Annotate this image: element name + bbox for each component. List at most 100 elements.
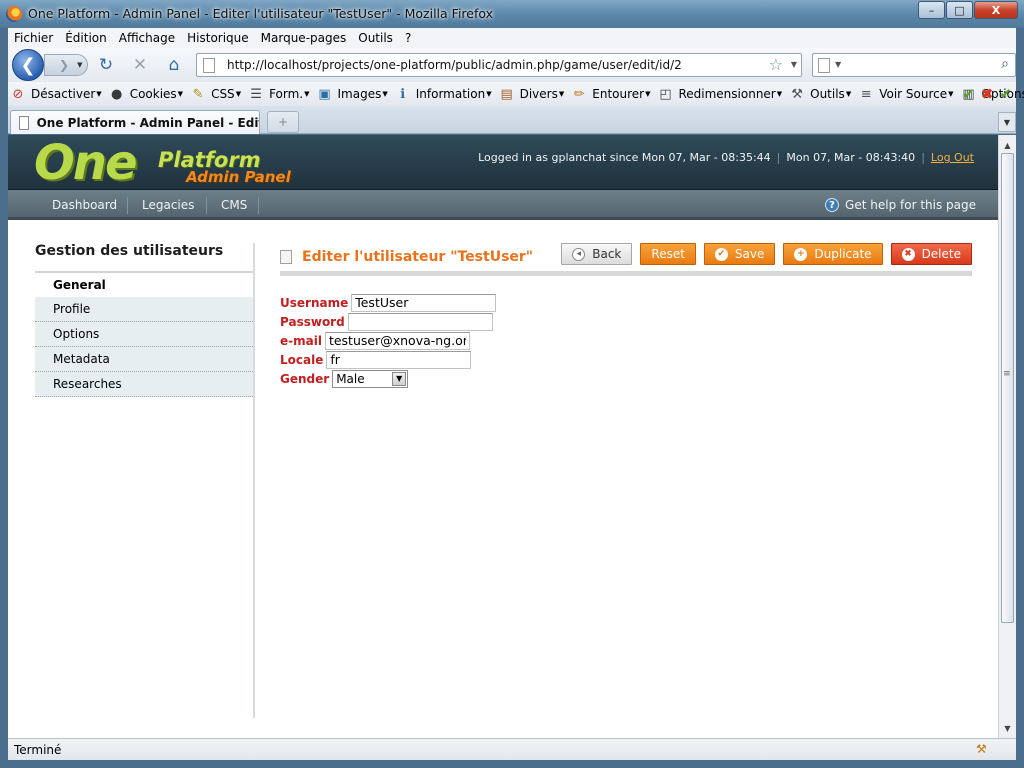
css-icon: ✎ [192, 86, 204, 102]
locale-label: Locale [280, 352, 324, 367]
help-link[interactable]: ? Get help for this page [825, 190, 976, 220]
scroll-up-icon[interactable]: ▲ [999, 137, 1016, 153]
back-arrow-icon: ❮ [20, 54, 36, 76]
information-icon: ℹ [400, 86, 406, 102]
tab-strip: One Platform - Admin Panel - Editer l...… [8, 106, 1016, 134]
devbar-entourer[interactable]: ✏ Entourer ▼ [571, 86, 651, 102]
help-icon: ? [825, 198, 840, 212]
page-icon [19, 115, 29, 130]
reset-button[interactable]: Reset [640, 243, 696, 265]
devbar-redimensionner[interactable]: ◰ Redimensionner ▼ [657, 86, 782, 102]
email-field[interactable] [324, 331, 470, 350]
outline-icon: ✏ [573, 86, 585, 102]
address-bar[interactable]: http://localhost/projects/one-platform/p… [196, 53, 802, 77]
history-dropdown-icon[interactable]: ▼ [77, 61, 82, 69]
search-icon[interactable]: ⌕ [1001, 56, 1009, 72]
devbar-voir-source[interactable]: ≡ Voir Source ▼ [858, 86, 954, 102]
menu-fichier[interactable]: Fichier [14, 31, 53, 45]
save-button[interactable]: ✔ Save [703, 243, 776, 265]
minimize-button[interactable]: – [918, 1, 945, 19]
sidebar-item-options[interactable]: Options [35, 322, 255, 347]
logout-link[interactable]: Log Out [931, 151, 974, 164]
menu-historique[interactable]: Historique [187, 31, 249, 45]
scrollbar-thumb[interactable] [1001, 153, 1014, 623]
document-icon [280, 250, 292, 264]
password-field[interactable] [347, 312, 493, 331]
devbar-label: Outils [810, 87, 845, 101]
page-icon [203, 58, 215, 73]
password-row: Password [280, 312, 493, 331]
back-button[interactable]: ◂ Back [561, 243, 633, 265]
js-error-icon[interactable]: ✖ [981, 85, 994, 103]
stop-icon[interactable]: ✕ [130, 55, 150, 75]
sidebar-item-researches[interactable]: Researches [35, 372, 255, 397]
menu-marque-pages[interactable]: Marque-pages [261, 31, 347, 45]
devbar-label: Entourer [592, 87, 645, 101]
delete-button[interactable]: ✖ Delete [890, 243, 972, 265]
resize-icon: ◰ [659, 86, 672, 102]
html-valid-icon[interactable]: ✔ [999, 85, 1012, 103]
nav-cms[interactable]: CMS [221, 190, 247, 220]
devbar-images[interactable]: ▣ Images ▼ [317, 86, 387, 102]
one-platform-logo[interactable]: One Platform Admin Panel [34, 139, 291, 187]
tools-icon: ⚒ [791, 86, 803, 102]
forward-button[interactable]: ❯ ▼ [44, 54, 88, 76]
form-icon: ☰ [250, 86, 262, 102]
sidebar-item-general[interactable]: General [35, 273, 255, 297]
search-engine-dropdown-icon[interactable]: ▼ [835, 60, 841, 69]
maximize-button[interactable]: □ [946, 1, 973, 19]
duplicate-plus-icon: + [794, 247, 808, 261]
disable-icon: ⊘ [12, 86, 24, 102]
nav-legacies[interactable]: Legacies [142, 190, 194, 220]
email-row: e-mail [280, 331, 470, 350]
search-bar[interactable]: ▼ ⌕ [812, 53, 1016, 77]
devbar-form[interactable]: ☰ Form. ▼ [248, 86, 309, 102]
devbar-outils[interactable]: ⚒ Outils ▼ [789, 86, 851, 102]
url-dropdown-icon[interactable]: ▼ [791, 60, 797, 69]
page-content: One Platform Admin Panel Logged in as gp… [8, 135, 998, 738]
tab-admin-panel[interactable]: One Platform - Admin Panel - Editer l... [10, 110, 260, 134]
devbar-cookies[interactable]: ● Cookies ▼ [109, 86, 183, 102]
sidebar-item-metadata[interactable]: Metadata [35, 347, 255, 372]
delete-x-icon: ✖ [901, 247, 915, 261]
username-field[interactable] [351, 293, 497, 312]
back-button[interactable]: ❮ [12, 49, 44, 81]
select-dropdown-icon[interactable]: ▼ [392, 371, 407, 386]
devbar-label: Images [337, 87, 382, 101]
home-icon[interactable]: ⌂ [164, 55, 184, 75]
devbar-divers[interactable]: ▤ Divers ▼ [499, 86, 564, 102]
vertical-scrollbar[interactable]: ▲ ≡ ▼ [998, 135, 1016, 738]
duplicate-button[interactable]: + Duplicate [783, 243, 883, 265]
delete-label: Delete [921, 247, 961, 261]
search-engine-icon[interactable] [818, 58, 830, 73]
tab-list-dropdown-icon[interactable]: ▼ [998, 112, 1016, 132]
devbar-information[interactable]: ℹ Information ▼ [395, 86, 491, 102]
devbar-css[interactable]: ✎ CSS ▼ [190, 86, 241, 102]
gender-row: Gender Male ▼ [280, 369, 409, 388]
sidebar-item-profile[interactable]: Profile [35, 297, 255, 322]
menu-outils[interactable]: Outils [358, 31, 393, 45]
divers-icon: ▤ [500, 86, 513, 102]
locale-field[interactable] [326, 350, 472, 369]
close-window-button[interactable]: X [974, 1, 1018, 19]
bookmark-star-icon[interactable]: ☆ [769, 55, 783, 74]
nav-dashboard[interactable]: Dashboard [52, 190, 117, 220]
gender-select[interactable]: Male ▼ [332, 369, 409, 388]
scroll-down-icon[interactable]: ▼ [999, 720, 1016, 736]
menu-affichage[interactable]: Affichage [119, 31, 175, 45]
url-text[interactable]: http://localhost/projects/one-platform/p… [227, 58, 682, 72]
css-valid-icon[interactable]: ✔ [962, 85, 975, 103]
page-title: Editer l'utilisateur "TestUser" [280, 249, 533, 265]
menu-help[interactable]: ? [405, 31, 411, 45]
window-frame-bottom [0, 760, 1024, 768]
reload-icon[interactable]: ↻ [96, 55, 116, 75]
help-label: Get help for this page [845, 198, 976, 212]
status-addon-icon[interactable]: ⚒ [976, 742, 992, 758]
devbar-disable[interactable]: ⊘ Désactiver ▼ [10, 86, 102, 102]
tab-label: One Platform - Admin Panel - Editer l... [36, 115, 259, 130]
new-tab-button[interactable]: + [267, 111, 299, 133]
sidebar-divider [253, 243, 255, 718]
username-row: Username [280, 293, 497, 312]
devbar-label: Divers [519, 87, 558, 101]
menu-edition[interactable]: Édition [65, 31, 107, 45]
